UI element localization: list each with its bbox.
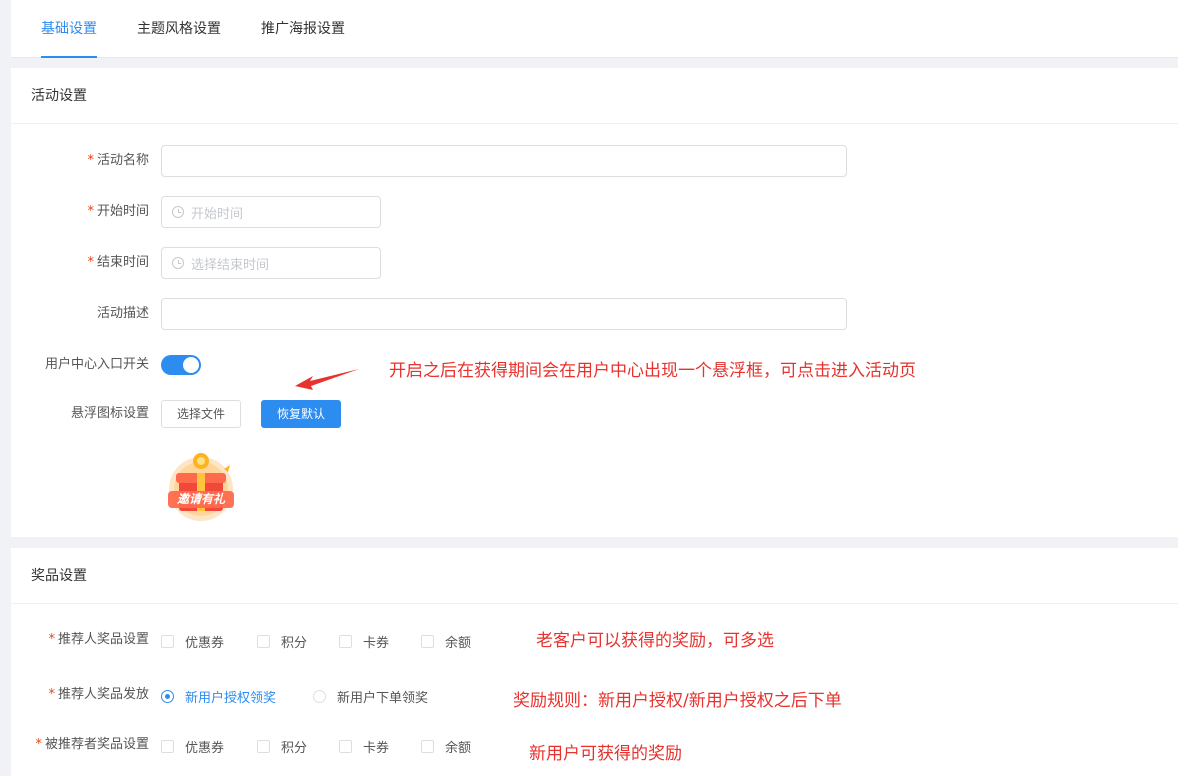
tab-theme-settings[interactable]: 主题风格设置 [137,0,221,58]
checkbox[interactable] [257,635,270,648]
tab-poster-settings[interactable]: 推广海报设置 [261,0,345,58]
clock-icon [172,257,184,269]
issue-option-authorize[interactable]: 新用户授权领奖 [161,687,276,706]
referrer-option-card[interactable]: 卡券 [339,632,389,651]
end-time-placeholder: 选择结束时间 [191,257,270,273]
end-time-row: * 结束时间 选择结束时间 [11,247,1178,279]
restore-default-button[interactable]: 恢复默认 [261,400,342,428]
arrow-icon [295,369,359,390]
radio[interactable] [313,690,326,703]
checkbox[interactable] [161,635,174,648]
referrer-prize-note: 老客户可以获得的奖励，可多选 [536,631,774,651]
required-mark: * [87,255,94,270]
tab-basic-settings[interactable]: 基础设置 [41,0,97,58]
required-mark: * [35,737,42,752]
float-icon-label: 悬浮图标设置 [70,406,149,421]
referee-option-card[interactable]: 卡券 [339,737,389,756]
activity-desc-row: 活动描述 [11,298,1178,330]
radio-selected[interactable] [161,690,174,703]
entry-switch-label: 用户中心入口开关 [44,357,149,372]
clock-icon [172,206,184,218]
gift-icon [168,453,234,521]
referee-option-points[interactable]: 积分 [257,737,307,756]
referrer-prize-label: * 推荐人奖品设置 [48,632,149,647]
referrer-option-coupon[interactable]: 优惠券 [161,632,224,651]
activity-settings-title: 活动设置 [11,68,1178,124]
checkbox[interactable] [339,740,352,753]
prize-settings-title: 奖品设置 [11,548,1178,604]
required-mark: * [87,204,94,219]
activity-name-input[interactable] [161,145,847,177]
referrer-option-points[interactable]: 积分 [257,632,307,651]
entry-switch-note: 开启之后在获得期间会在用户中心出现一个悬浮框，可点击进入活动页 [389,361,916,381]
invite-gift-icon: 邀请有礼 [164,449,238,523]
checkbox[interactable] [339,635,352,648]
checkbox[interactable] [421,635,434,648]
checkbox[interactable] [421,740,434,753]
toggle-knob [183,357,199,373]
referrer-option-balance[interactable]: 余额 [421,632,471,651]
start-time-row: * 开始时间 开始时间 [11,196,1178,228]
referrer-issue-note: 奖励规则：新用户授权/新用户授权之后下单 [513,691,842,711]
activity-settings-card: 活动设置 * 活动名称 * 开始时间 开始时间 * 结束时间 选择结束时间 活动描述 … [11,68,1178,537]
required-mark: * [48,687,55,702]
activity-name-row: * 活动名称 [11,145,1178,177]
referee-option-balance[interactable]: 余额 [421,737,471,756]
choose-file-button[interactable]: 选择文件 [161,400,242,428]
activity-desc-label: 活动描述 [96,306,149,321]
prize-settings-card: 奖品设置 * 推荐人奖品设置 优惠券 积分 卡券 余额 老客户可以获得的奖励，可多… [11,548,1178,776]
referee-option-coupon[interactable]: 优惠券 [161,737,224,756]
required-mark: * [87,153,94,168]
issue-option-order[interactable]: 新用户下单领奖 [313,687,428,706]
tab-bar: 基础设置 主题风格设置 推广海报设置 [11,0,1178,58]
checkbox[interactable] [161,740,174,753]
end-time-label: * 结束时间 [87,255,149,270]
activity-desc-input[interactable] [161,298,847,330]
checkbox[interactable] [257,740,270,753]
start-time-placeholder: 开始时间 [191,206,244,222]
referrer-issue-label: * 推荐人奖品发放 [48,687,149,702]
end-time-picker[interactable]: 选择结束时间 [161,247,381,279]
start-time-label: * 开始时间 [87,204,149,219]
float-icon-row: 悬浮图标设置 选择文件 恢复默认 [11,398,1178,430]
activity-name-label: * 活动名称 [87,153,149,168]
start-time-picker[interactable]: 开始时间 [161,196,381,228]
invite-gift-icon-text: 邀请有礼 [176,492,225,506]
entry-toggle-switch[interactable] [161,355,201,375]
required-mark: * [48,632,55,647]
referee-prize-label: * 被推荐者奖品设置 [35,737,149,752]
referee-prize-note: 新用户可获得的奖励 [529,744,682,764]
